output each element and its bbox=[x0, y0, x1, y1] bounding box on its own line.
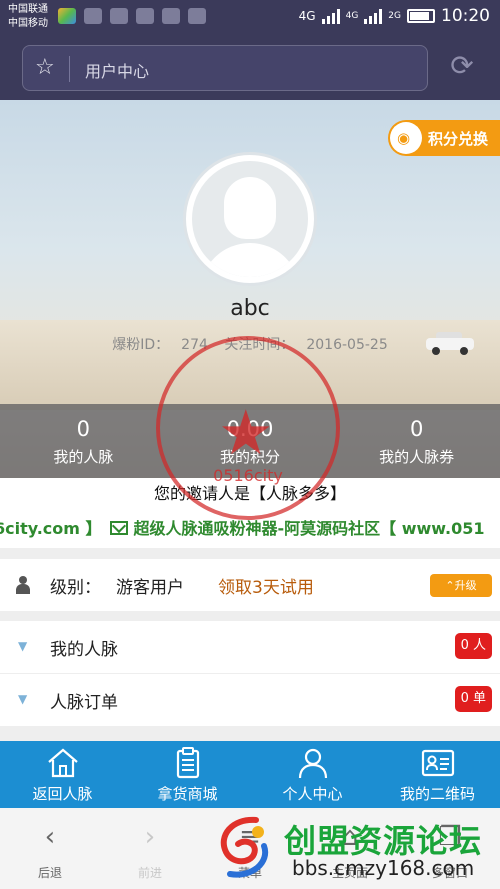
notice-text: 超级人脉通吸粉神器-阿莫源码社区【 www.051 bbox=[133, 519, 485, 538]
nav-qrcode[interactable]: 我的二维码 bbox=[375, 741, 500, 808]
swirl-logo-icon bbox=[220, 816, 269, 878]
fan-id-label: 爆粉ID： bbox=[112, 337, 170, 353]
toolbar-label: 前进 bbox=[137, 866, 162, 880]
home-icon bbox=[47, 748, 78, 778]
stat-value: 0 bbox=[76, 417, 91, 441]
signal-icon bbox=[321, 8, 340, 24]
nav-back-to-connections[interactable]: 返回人脉 bbox=[0, 741, 125, 808]
network-type: 4G bbox=[298, 9, 316, 23]
member-level-row: 级别： 游客用户 领取3天试用 ⌃升级 bbox=[0, 559, 500, 611]
carrier-names: 中国联通 中国移动 bbox=[8, 3, 48, 31]
carrier-2: 中国移动 bbox=[8, 18, 48, 29]
sim2-type: 2G bbox=[388, 11, 401, 21]
back-icon: ‹ bbox=[44, 822, 56, 852]
forum-watermark: 创盟资源论坛 bbs.cmzy168.com bbox=[212, 808, 500, 889]
star-icon: ★ bbox=[218, 396, 274, 469]
toolbar-back[interactable]: ‹ 后退 bbox=[0, 808, 100, 889]
username: abc bbox=[230, 296, 270, 321]
star-icon[interactable]: ☆ bbox=[35, 55, 55, 80]
fish-icon bbox=[162, 8, 180, 24]
fish-icon bbox=[110, 8, 128, 24]
menu-item-label: 人脉订单 bbox=[50, 693, 118, 713]
count-badge: 0 人 bbox=[454, 633, 492, 659]
user-icon bbox=[298, 748, 327, 779]
notification-icons bbox=[58, 8, 206, 24]
chevron-down-icon: ▼ bbox=[18, 639, 28, 653]
nav-label: 个人中心 bbox=[282, 785, 343, 803]
count-badge: 0 单 bbox=[454, 686, 492, 712]
free-trial-link[interactable]: 领取3天试用 bbox=[218, 573, 314, 598]
stat-coupons[interactable]: 0 我的人脉券 bbox=[333, 404, 500, 478]
id-card-icon bbox=[421, 749, 454, 777]
nav-label: 拿货商城 bbox=[157, 785, 218, 803]
upgrade-button[interactable]: ⌃升级 bbox=[430, 574, 492, 597]
app-notification-icon bbox=[58, 8, 76, 24]
coins-icon: ◉ bbox=[390, 122, 422, 154]
nav-label: 返回人脉 bbox=[32, 785, 93, 803]
browser-address-bar: ☆ 用户中心 ⟳ bbox=[0, 36, 500, 100]
person-icon bbox=[16, 576, 30, 594]
menu-item-label: 我的人脉 bbox=[50, 640, 118, 660]
avatar[interactable] bbox=[183, 152, 317, 286]
notice-text-prev: 6city.com 】 bbox=[0, 519, 102, 538]
refresh-icon[interactable]: ⟳ bbox=[446, 52, 478, 84]
keyboard-icon bbox=[136, 8, 154, 24]
menu-item-my-connections[interactable]: ▼ 我的人脉 0 人 bbox=[0, 621, 500, 673]
system-indicators: 4G 4G 2G 10:20 bbox=[299, 6, 490, 26]
points-exchange-label: 积分兑换 bbox=[428, 130, 489, 148]
toolbar-forward[interactable]: › 前进 bbox=[100, 808, 200, 889]
forward-icon: › bbox=[144, 822, 156, 852]
image-icon bbox=[84, 8, 102, 24]
url-field[interactable]: ☆ 用户中心 bbox=[22, 45, 428, 91]
menu-item-orders[interactable]: ▼ 人脉订单 0 单 bbox=[0, 674, 500, 726]
mail-icon bbox=[188, 8, 206, 24]
url-divider bbox=[69, 56, 70, 82]
clock: 10:20 bbox=[441, 6, 490, 26]
level-label: 级别： bbox=[50, 578, 101, 598]
follow-time: 2016-05-25 bbox=[306, 337, 388, 353]
chevron-down-icon: ▼ bbox=[18, 692, 28, 706]
page-title[interactable]: 用户中心 bbox=[85, 58, 149, 82]
mail-icon bbox=[109, 521, 128, 535]
stat-label: 我的人脉 bbox=[53, 448, 114, 466]
battery-icon bbox=[407, 9, 435, 23]
forum-url: bbs.cmzy168.com bbox=[292, 856, 475, 880]
clipboard-icon bbox=[176, 747, 199, 779]
nav-shop[interactable]: 拿货商城 bbox=[125, 741, 250, 808]
seal-text: 0516city bbox=[213, 466, 283, 485]
points-exchange-button[interactable]: ◉ 积分兑换 bbox=[388, 120, 500, 156]
stat-connections[interactable]: 0 我的人脉 bbox=[0, 404, 167, 478]
default-avatar-icon bbox=[192, 161, 308, 277]
stat-value: 0 bbox=[409, 417, 424, 441]
level-value: 游客用户 bbox=[116, 578, 184, 598]
red-seal-watermark: ★ 0516city bbox=[156, 336, 340, 520]
nav-label: 我的二维码 bbox=[399, 785, 475, 803]
stat-label: 我的人脉券 bbox=[379, 448, 455, 466]
toolbar-label: 后退 bbox=[37, 866, 62, 880]
signal-icon bbox=[364, 8, 383, 24]
carrier-1: 中国联通 bbox=[8, 4, 48, 15]
sim1-type: 4G bbox=[345, 11, 359, 21]
nav-profile[interactable]: 个人中心 bbox=[250, 741, 375, 808]
app-bottom-nav: 返回人脉 拿货商城 个人中心 我的二维码 bbox=[0, 741, 500, 808]
status-bar: 中国联通 中国移动 4G 4G 2G 10:20 bbox=[0, 0, 500, 36]
